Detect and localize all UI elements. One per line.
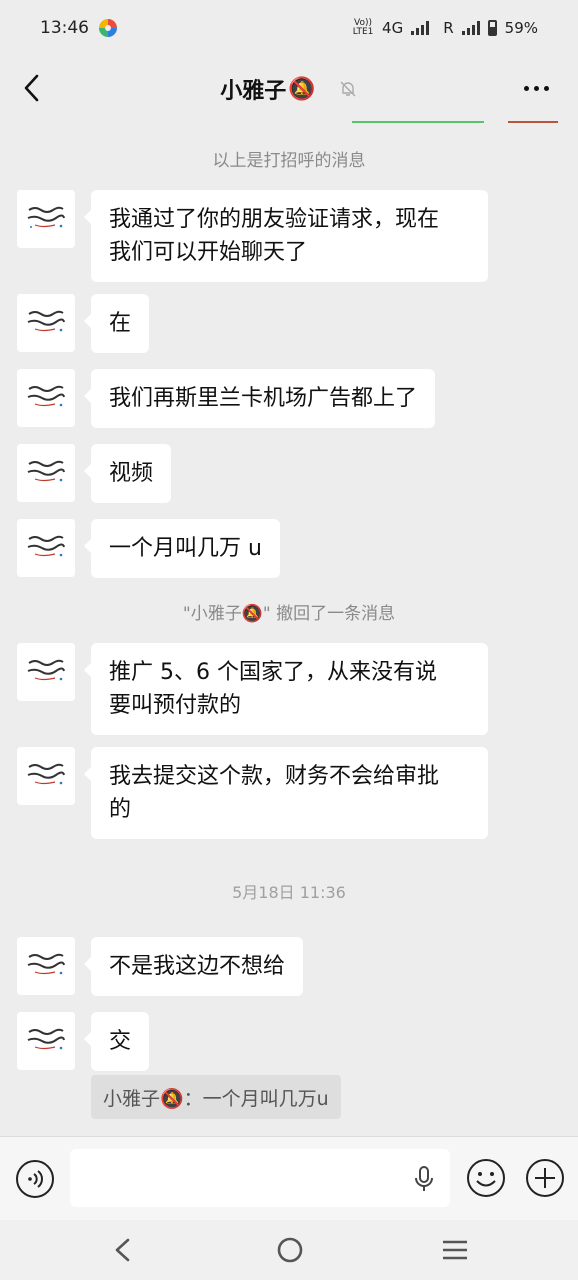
system-nav-bar: [0, 1220, 578, 1280]
signal-icon: [411, 21, 430, 35]
message-bubble[interactable]: 不是我这边不想给: [83, 937, 304, 996]
roaming-indicator: R: [443, 19, 454, 37]
chat-header: 小雅子 🔕: [0, 56, 578, 122]
message-text: 我去提交这个款，财务不会给审批: [109, 764, 440, 789]
message-bubble[interactable]: 我们再斯里兰卡机场广告都上了: [83, 369, 436, 428]
avatar[interactable]: [17, 1012, 75, 1070]
avatar[interactable]: [17, 190, 75, 248]
avatar-image: [17, 937, 75, 995]
avatar-image: [17, 643, 75, 701]
header-accent-line-2: [508, 121, 558, 123]
message-text: 不是我这边不想给: [109, 954, 286, 979]
avatar-image: [17, 1012, 75, 1070]
message-text: 在: [109, 311, 132, 336]
voice-icon: [16, 1160, 54, 1198]
signal-icon-2: [461, 21, 480, 35]
message-text: 推广 5、6 个国家了，从来没有说: [109, 660, 437, 685]
quoted-message-text: 小雅子🔕：一个月叫几万u: [103, 1087, 329, 1110]
avatar[interactable]: [17, 369, 75, 427]
avatar-image: [17, 444, 75, 502]
back-button[interactable]: [18, 70, 48, 106]
message-bubble[interactable]: 在: [83, 294, 150, 353]
nav-back-icon[interactable]: [108, 1234, 138, 1266]
chat-title-emoji: 🔕: [288, 76, 316, 102]
battery-icon: [487, 20, 497, 36]
quoted-message[interactable]: 小雅子🔕：一个月叫几万u: [91, 1075, 341, 1119]
bell-off-icon: [340, 81, 356, 97]
nav-recents-icon[interactable]: [440, 1236, 470, 1264]
avatar-image: [17, 294, 75, 352]
status-bar: 13:46 Vo)) LTE1 4G R 59%: [0, 0, 578, 56]
more-dots-icon: [524, 85, 529, 91]
header-accent-line: [352, 121, 484, 123]
emoji-button[interactable]: [465, 1157, 507, 1199]
voice-toggle-button[interactable]: [15, 1159, 55, 1199]
greeting-divider: 以上是打招呼的消息: [212, 151, 366, 171]
avatar-image: [17, 369, 75, 427]
message-bubble[interactable]: 推广 5、6 个国家了，从来没有说 要叫预付款的: [84, 643, 488, 735]
avatar[interactable]: [17, 294, 75, 352]
message-bubble[interactable]: 我去提交这个款，财务不会给审批 的: [84, 747, 488, 839]
message-text: 要叫预付款的: [109, 693, 242, 718]
mic-icon[interactable]: [412, 1165, 436, 1193]
nav-home-icon[interactable]: [274, 1234, 306, 1266]
avatar-image: [17, 190, 75, 248]
battery-percent: 59%: [504, 19, 538, 37]
message-timestamp: 5月18日 11:36: [232, 883, 346, 902]
avatar[interactable]: [17, 747, 75, 805]
avatar-image: [17, 747, 75, 805]
volte-indicator: Vo)) LTE1: [352, 18, 374, 37]
message-text: 交: [109, 1029, 132, 1054]
chevron-left-icon: [24, 74, 39, 102]
message-text: 视频: [109, 461, 154, 486]
message-text: 一个月叫几万 u: [109, 536, 262, 561]
message-bubble[interactable]: 我通过了你的朋友验证请求，现在 我们可以开始聊天了: [84, 190, 488, 282]
chat-title: 小雅子 🔕: [220, 73, 357, 105]
message-bubble[interactable]: 一个月叫几万 u: [84, 519, 280, 578]
app-notification-icon: [99, 19, 117, 37]
message-bubble[interactable]: 交: [83, 1012, 150, 1071]
avatar-image: [17, 519, 75, 577]
input-bar: [0, 1136, 578, 1220]
message-bubble[interactable]: 视频: [83, 444, 172, 503]
message-text: 我们再斯里兰卡机场广告都上了: [109, 386, 418, 411]
message-text: 我通过了你的朋友验证请求，现在: [109, 207, 440, 232]
more-options-button[interactable]: [524, 78, 554, 98]
message-input[interactable]: [70, 1149, 450, 1207]
message-text: 的: [109, 797, 132, 822]
avatar[interactable]: [17, 519, 75, 577]
chat-title-name: 小雅子: [220, 79, 287, 104]
emoji-icon: [467, 1159, 505, 1197]
plus-icon: [526, 1159, 564, 1197]
avatar[interactable]: [17, 643, 75, 701]
more-functions-button[interactable]: [524, 1157, 566, 1199]
avatar[interactable]: [17, 937, 75, 995]
recall-notice: "小雅子🔕" 撤回了一条消息: [182, 604, 396, 624]
avatar[interactable]: [17, 444, 75, 502]
status-time: 13:46: [40, 18, 89, 38]
network-type: 4G: [382, 19, 404, 37]
message-text: 我们可以开始聊天了: [109, 240, 308, 265]
